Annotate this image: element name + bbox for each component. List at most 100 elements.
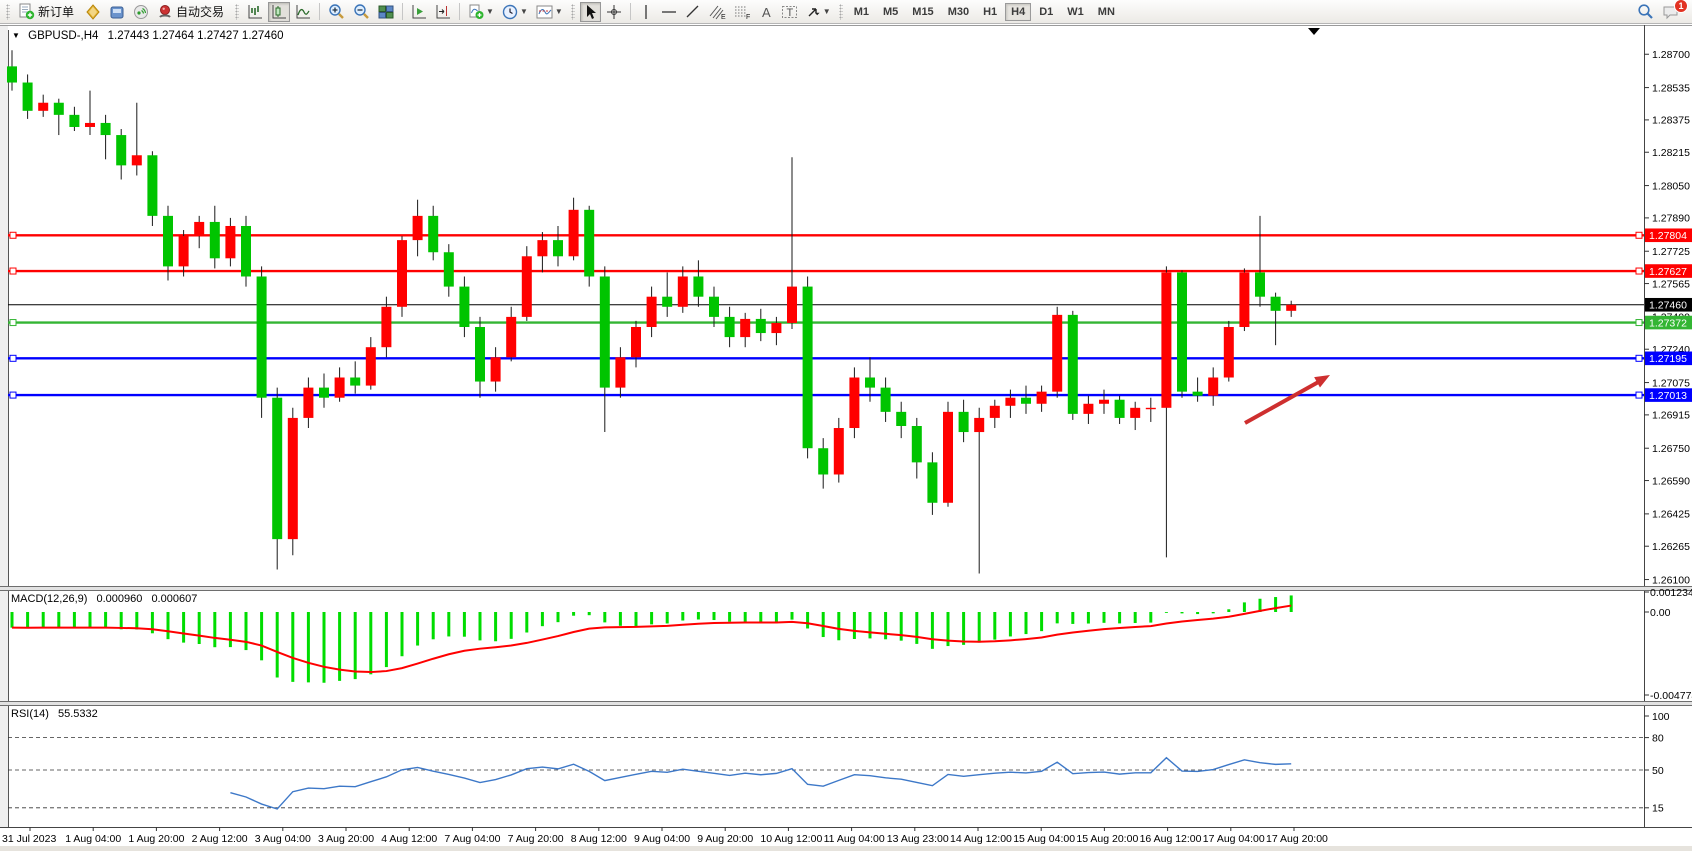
chart-canvas[interactable]: 1.287001.285351.283751.282151.280501.278…: [0, 25, 1692, 851]
text-label-button[interactable]: T: [778, 2, 801, 22]
hline-handle[interactable]: [10, 392, 16, 398]
candlestick-chart-button[interactable]: [268, 2, 290, 22]
tab-timeframe-d1[interactable]: D1: [1033, 3, 1059, 21]
chart-shift-icon: [435, 4, 451, 20]
candle-body: [959, 412, 969, 432]
tab-timeframe-m30[interactable]: M30: [942, 3, 975, 21]
new-order-label: 新订单: [35, 3, 77, 20]
macd-signal-value: 0.000607: [151, 593, 197, 605]
candle-body: [413, 216, 423, 240]
toolbar-separator: [630, 3, 631, 20]
svg-text:-0.004774: -0.004774: [1650, 690, 1692, 702]
candle-body: [647, 297, 657, 327]
candle-body: [1037, 392, 1047, 404]
trendline-button[interactable]: [682, 2, 704, 22]
candle-body: [444, 252, 454, 286]
indicators-button[interactable]: ▼: [465, 2, 497, 22]
candle-body: [491, 357, 501, 381]
chevron-down-icon: ▼: [520, 7, 528, 16]
svg-text:T: T: [786, 7, 793, 19]
tab-timeframe-mn[interactable]: MN: [1092, 3, 1121, 21]
svg-text:1 Aug 20:00: 1 Aug 20:00: [128, 833, 184, 845]
candle-body: [1146, 408, 1156, 409]
hline-handle[interactable]: [10, 232, 16, 238]
svg-text:1.26265: 1.26265: [1652, 541, 1690, 553]
candle-body: [1021, 398, 1031, 404]
toolbar-grip: [235, 4, 239, 20]
svg-text:31 Jul 2023: 31 Jul 2023: [2, 833, 56, 845]
tab-timeframe-h4[interactable]: H4: [1005, 3, 1031, 21]
market-watch-button[interactable]: [106, 2, 128, 22]
tab-timeframe-w1[interactable]: W1: [1061, 3, 1090, 21]
svg-text:1.27890: 1.27890: [1652, 213, 1690, 225]
candle-body: [179, 236, 189, 266]
svg-text:0.001234: 0.001234: [1650, 587, 1692, 599]
rsi-value: 55.5332: [58, 708, 98, 720]
chart-shift-button[interactable]: [432, 2, 454, 22]
tab-timeframe-m15[interactable]: M15: [906, 3, 939, 21]
hline-handle[interactable]: [1636, 268, 1642, 274]
candle-body: [288, 418, 298, 539]
tile-windows-button[interactable]: [375, 2, 397, 22]
candle-body: [366, 347, 376, 385]
candle-body: [881, 388, 891, 412]
search-button[interactable]: [1634, 2, 1657, 22]
hline-handle[interactable]: [1636, 392, 1642, 398]
candle-body: [475, 327, 485, 382]
candle-body: [381, 307, 391, 347]
toolbar-separator: [459, 3, 460, 20]
hline-handle[interactable]: [1636, 320, 1642, 326]
signals-button[interactable]: [130, 2, 152, 22]
candle-body: [7, 66, 17, 82]
line-chart-button[interactable]: [292, 2, 314, 22]
svg-text:15 Aug 04:00: 15 Aug 04:00: [1013, 833, 1075, 845]
horizontal-line-button[interactable]: [658, 2, 680, 22]
macd-indicator-label: MACD(12,26,9) 0.000960 0.000607: [11, 593, 197, 605]
tab-timeframe-m1[interactable]: M1: [848, 3, 875, 21]
hline-handle[interactable]: [10, 268, 16, 274]
svg-text:1.28215: 1.28215: [1652, 147, 1690, 159]
one-click-trading-arrow-icon[interactable]: ▼: [12, 31, 20, 40]
cursor-button[interactable]: [580, 2, 601, 22]
rsi-indicator-label: RSI(14) 55.5332: [11, 708, 98, 720]
hline-handle[interactable]: [10, 355, 16, 361]
zoom-in-button[interactable]: [325, 2, 348, 22]
hline-handle[interactable]: [1636, 355, 1642, 361]
candle-body: [1255, 272, 1265, 296]
svg-text:2 Aug 12:00: 2 Aug 12:00: [192, 833, 248, 845]
fibonacci-icon: F: [734, 4, 751, 20]
fibonacci-button[interactable]: F: [731, 2, 754, 22]
new-order-button[interactable]: 新订单: [15, 2, 80, 22]
candle-body: [1052, 315, 1062, 392]
macd-name: MACD(12,26,9): [11, 593, 87, 605]
text-button[interactable]: A: [756, 2, 776, 22]
bar-chart-button[interactable]: [244, 2, 266, 22]
zoom-out-button[interactable]: [350, 2, 373, 22]
zoom-out-icon: [353, 3, 370, 20]
periods-button[interactable]: ▼: [499, 2, 531, 22]
vertical-line-button[interactable]: [636, 2, 656, 22]
mt4-window: 新订单: [0, 0, 1692, 851]
templates-button[interactable]: ▼: [533, 2, 566, 22]
new-order-icon: [18, 3, 35, 20]
equidistant-channel-button[interactable]: E: [706, 2, 729, 22]
tab-timeframe-h1[interactable]: H1: [977, 3, 1003, 21]
chevron-down-icon: ▼: [823, 7, 831, 16]
hline-handle[interactable]: [10, 320, 16, 326]
arrows-button[interactable]: ▼: [803, 2, 834, 22]
candle-body: [69, 115, 79, 127]
toolbar: 新订单: [0, 0, 1692, 24]
hline-handle[interactable]: [1636, 232, 1642, 238]
chart-window[interactable]: 1.287001.285351.283751.282151.280501.278…: [0, 25, 1692, 851]
candle-body: [1099, 400, 1109, 404]
tile-windows-icon: [378, 4, 394, 20]
candle-body: [912, 426, 922, 462]
notifications-button[interactable]: 1: [1659, 2, 1683, 22]
tab-timeframe-m5[interactable]: M5: [877, 3, 904, 21]
auto-scroll-button[interactable]: [408, 2, 430, 22]
crosshair-button[interactable]: [603, 2, 625, 22]
toolbar-grip: [6, 4, 10, 20]
auto-trading-button[interactable]: 自动交易: [154, 2, 230, 22]
template-icon: [536, 4, 553, 20]
history-center-button[interactable]: [82, 2, 104, 22]
